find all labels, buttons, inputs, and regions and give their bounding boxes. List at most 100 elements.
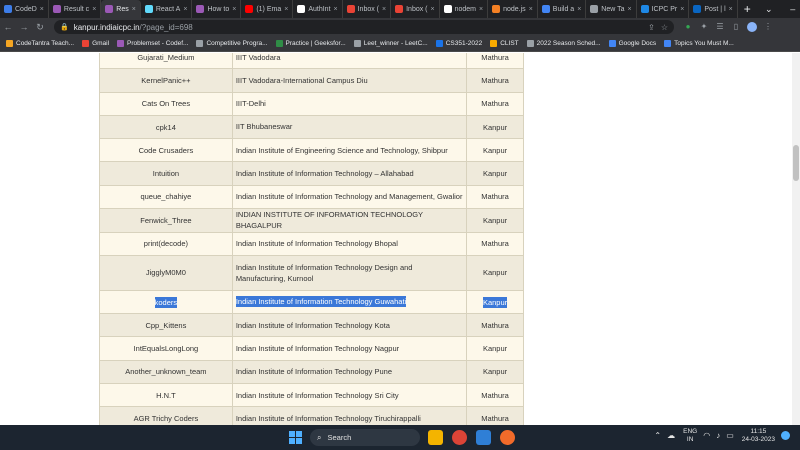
institute-text: IIT Bhubaneswar: [235, 122, 293, 132]
bookmark-item[interactable]: Leet_winner - LeetC...: [353, 40, 428, 47]
browser-tab[interactable]: Res ×: [101, 0, 141, 18]
institute-text: Indian Institute of Information Technolo…: [235, 367, 393, 377]
bookmark-item[interactable]: CodeTantra Teach...: [6, 40, 74, 47]
tab-close-icon[interactable]: ×: [92, 6, 96, 13]
bookmark-favicon-icon: [353, 40, 361, 47]
bookmark-item[interactable]: CLIST: [490, 40, 519, 47]
taskbar-search[interactable]: ⌕ Search: [310, 429, 420, 446]
bookmark-item[interactable]: Competitive Progra...: [196, 40, 268, 47]
share-icon[interactable]: ⇪: [648, 23, 655, 32]
tab-label: New Ta: [601, 5, 625, 13]
browser-tab[interactable]: Inbox (×: [343, 0, 392, 18]
tab-favicon-icon: [590, 5, 599, 13]
tab-label: node.js: [503, 5, 526, 13]
browser-tab[interactable]: Post | l ×: [689, 0, 738, 18]
side-panel-icon[interactable]: ▯: [728, 22, 744, 32]
tab-search-chevron-icon[interactable]: ⌄: [757, 0, 781, 18]
tab-close-icon[interactable]: ×: [479, 6, 483, 13]
site-text: Mathura: [481, 75, 509, 85]
team-text: Cpp_Kittens: [145, 320, 187, 330]
browser-tab[interactable]: (1) Ema ×: [241, 0, 294, 18]
profile-avatar[interactable]: [747, 22, 757, 32]
tab-favicon-icon: [541, 5, 550, 13]
back-arrow-icon[interactable]: ←: [0, 22, 16, 32]
bookmark-item[interactable]: Problemset - Codef...: [117, 40, 188, 47]
bookmark-item[interactable]: Gmail: [82, 40, 109, 47]
browser-tab[interactable]: node.js ×: [488, 0, 538, 18]
site-text: Mathura: [481, 390, 509, 400]
tab-close-icon[interactable]: ×: [529, 6, 533, 13]
reading-list-icon[interactable]: ☰: [712, 22, 728, 32]
tab-close-icon[interactable]: ×: [628, 6, 632, 13]
tab-favicon-icon: [196, 5, 205, 13]
browser-tab[interactable]: Result c ×: [49, 0, 102, 18]
scrollbar-thumb[interactable]: [793, 145, 799, 181]
chrome-icon[interactable]: [452, 430, 467, 445]
bookmark-item[interactable]: Practice | Geeksfor...: [275, 40, 346, 47]
bookmark-star-icon[interactable]: ☆: [661, 23, 668, 32]
cell-site: Mathura: [466, 313, 524, 338]
bookmark-item[interactable]: CS351-2022: [435, 40, 482, 47]
browser-tab[interactable]: New Ta ×: [586, 0, 637, 18]
tab-close-icon[interactable]: ×: [132, 6, 136, 13]
table-row: cpk14 IIT Bhubaneswar Kanpur: [99, 114, 524, 140]
lock-icon[interactable]: 🔒: [60, 23, 69, 31]
browser-tab[interactable]: Build a ×: [538, 0, 587, 18]
table-row: JigglyM0M0 Indian Institute of Informatio…: [99, 254, 524, 291]
forward-arrow-icon[interactable]: →: [16, 22, 32, 32]
results-table: Gujarati_Medium IIIT Vadodara Mathura Kerne…: [99, 53, 524, 425]
reload-icon[interactable]: ↻: [32, 22, 48, 33]
clock-time: 11:15: [750, 428, 767, 435]
tab-close-icon[interactable]: ×: [431, 6, 435, 13]
chevron-up-icon[interactable]: ⌃: [654, 431, 661, 440]
team-text: Fenwick_Three: [140, 215, 192, 225]
tab-close-icon[interactable]: ×: [382, 6, 386, 13]
address-bar[interactable]: 🔒 kanpur.indiaicpc.in/?page_id=698 ⇪ ☆: [54, 20, 674, 34]
extensions-puzzle-icon[interactable]: ✦: [696, 22, 712, 32]
file-explorer-icon[interactable]: [428, 430, 443, 445]
bookmark-label: CodeTantra Teach...: [16, 40, 75, 47]
tab-close-icon[interactable]: ×: [334, 6, 338, 13]
tab-close-icon[interactable]: ×: [577, 6, 581, 13]
table-row: koders Indian Institute of Information Te…: [99, 289, 524, 315]
bookmark-item[interactable]: Topics You Must M...: [664, 40, 734, 47]
bookmark-favicon-icon: [117, 40, 125, 47]
cell-site: Kanpur: [466, 289, 524, 315]
table-row: Fenwick_Three INDIAN INSTITUTE OF INFORMA…: [99, 208, 524, 233]
browser-tab[interactable]: AuthInt ×: [293, 0, 343, 18]
postman-icon[interactable]: [500, 430, 515, 445]
tab-close-icon[interactable]: ×: [40, 6, 44, 13]
tab-label: CodeD: [15, 5, 37, 13]
minimize-icon[interactable]: –: [781, 0, 800, 18]
battery-icon[interactable]: ▭: [726, 431, 734, 440]
tab-close-icon[interactable]: ×: [232, 6, 236, 13]
clock[interactable]: 11:15 24-03-2023: [742, 428, 775, 444]
browser-tab[interactable]: How to ×: [192, 0, 242, 18]
menu-kebab-icon[interactable]: ⋮: [760, 22, 776, 32]
tab-close-icon[interactable]: ×: [284, 6, 288, 13]
cell-team: Intuition: [99, 161, 233, 186]
browser-tab[interactable]: nodem ×: [440, 0, 489, 18]
language-indicator[interactable]: ENG IN: [683, 428, 697, 444]
tab-close-icon[interactable]: ×: [183, 6, 187, 13]
cloud-icon[interactable]: ☁: [667, 431, 675, 440]
volume-icon[interactable]: ♪: [716, 431, 720, 440]
new-tab-plus-icon[interactable]: +: [738, 2, 757, 16]
bookmark-favicon-icon: [490, 40, 498, 47]
wifi-icon[interactable]: ◠: [703, 431, 710, 440]
tab-close-icon[interactable]: ×: [729, 6, 733, 13]
institute-text: Indian Institute of Information Technolo…: [235, 320, 390, 330]
browser-tab[interactable]: CodeD ×: [0, 0, 49, 18]
bookmark-item[interactable]: 2022 Season Sched...: [526, 40, 601, 47]
bookmark-label: Problemset - Codef...: [127, 40, 189, 47]
browser-tab[interactable]: ICPC Pr ×: [637, 0, 690, 18]
extension-icon[interactable]: ●: [680, 22, 696, 32]
page-scrollbar[interactable]: [792, 53, 800, 425]
notification-badge-icon[interactable]: [781, 431, 790, 441]
vscode-icon[interactable]: [476, 430, 491, 445]
browser-tab[interactable]: Inbox (×: [391, 0, 440, 18]
browser-tab[interactable]: React A ×: [141, 0, 193, 18]
bookmark-item[interactable]: Google Docs: [608, 40, 656, 47]
windows-start-icon[interactable]: [289, 431, 302, 444]
tab-close-icon[interactable]: ×: [680, 6, 684, 13]
